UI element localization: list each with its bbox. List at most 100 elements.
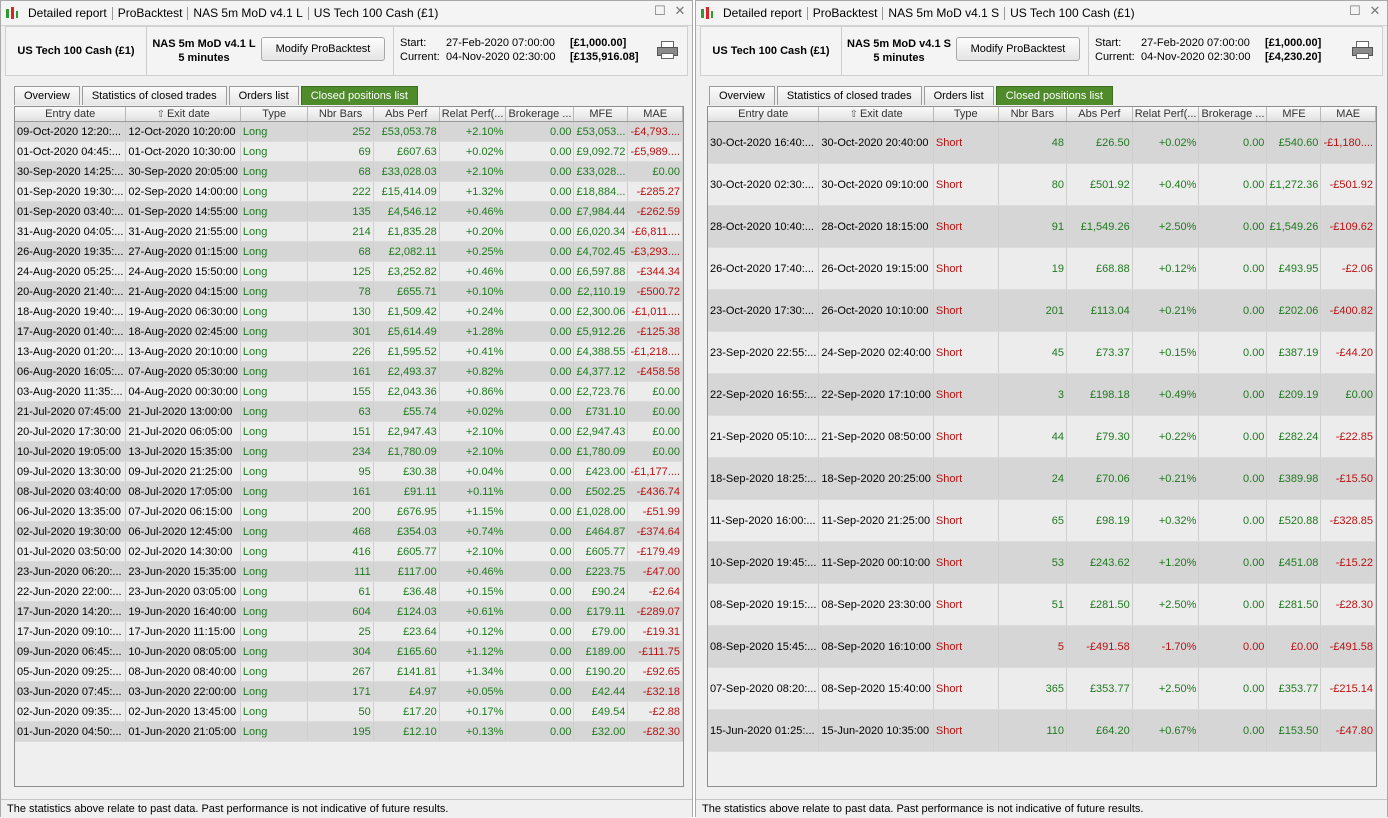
printer-icon[interactable] bbox=[1352, 41, 1373, 59]
cell-nbr-bars: 91 bbox=[998, 205, 1068, 248]
cell-abs-perf: £281.50 bbox=[1066, 583, 1133, 626]
cell-relat-perf: +0.74% bbox=[439, 521, 507, 542]
table-row[interactable]: 23-Jun-2020 06:20:... 23-Jun-2020 15:35:0… bbox=[15, 561, 683, 582]
table-row[interactable]: 10-Jul-2020 19:05:00 13-Jul-2020 15:35:00… bbox=[15, 441, 683, 462]
printer-icon[interactable] bbox=[657, 41, 678, 59]
table-row[interactable]: 26-Oct-2020 17:40:... 26-Oct-2020 19:15:0… bbox=[708, 247, 1376, 290]
table-row[interactable]: 21-Sep-2020 05:10:... 21-Sep-2020 08:50:0… bbox=[708, 415, 1376, 458]
cell-mae: -£501.92 bbox=[1320, 163, 1376, 206]
table-row[interactable]: 05-Jun-2020 09:25:... 08-Jun-2020 08:40:0… bbox=[15, 661, 683, 682]
cell-entry-date: 20-Jul-2020 17:30:00 bbox=[15, 421, 127, 442]
cell-exit-date: 17-Jun-2020 11:15:00 bbox=[125, 621, 241, 642]
tab-statistics[interactable]: Statistics of closed trades bbox=[81, 86, 227, 105]
table-row[interactable]: 01-Oct-2020 04:45:... 01-Oct-2020 10:30:0… bbox=[15, 141, 683, 162]
tab-overview[interactable]: Overview bbox=[709, 86, 775, 105]
table-row[interactable]: 10-Sep-2020 19:45:... 11-Sep-2020 00:10:0… bbox=[708, 541, 1376, 584]
table-row[interactable]: 23-Oct-2020 17:30:... 26-Oct-2020 10:10:0… bbox=[708, 289, 1376, 332]
table-row[interactable]: 09-Jul-2020 13:30:00 09-Jul-2020 21:25:00… bbox=[15, 461, 683, 482]
table-row[interactable]: 18-Sep-2020 18:25:... 18-Sep-2020 20:25:0… bbox=[708, 457, 1376, 500]
table-row[interactable]: 21-Jul-2020 07:45:00 21-Jul-2020 13:00:00… bbox=[15, 401, 683, 422]
table-row[interactable]: 01-Jun-2020 04:50:... 01-Jun-2020 21:05:0… bbox=[15, 721, 683, 742]
table-row[interactable]: 06-Aug-2020 16:05:... 07-Aug-2020 05:30:0… bbox=[15, 361, 683, 382]
cell-type: Long bbox=[240, 581, 309, 602]
column-header-nbr-bars[interactable]: Nbr Bars bbox=[998, 107, 1068, 122]
title-report: Detailed report bbox=[28, 6, 107, 20]
table-row[interactable]: 15-Jun-2020 01:25:... 15-Jun-2020 10:35:0… bbox=[708, 709, 1376, 752]
table-row[interactable]: 18-Aug-2020 19:40:... 19-Aug-2020 06:30:0… bbox=[15, 301, 683, 322]
column-header-entry-date[interactable]: Entry date bbox=[15, 107, 127, 122]
table-row[interactable]: 30-Sep-2020 14:25:... 30-Sep-2020 20:05:0… bbox=[15, 161, 683, 182]
table-row[interactable]: 28-Oct-2020 10:40:... 28-Oct-2020 18:15:0… bbox=[708, 205, 1376, 248]
tab-closed-positions[interactable]: Closed positions list bbox=[300, 86, 418, 105]
table-row[interactable]: 30-Oct-2020 16:40:... 30-Oct-2020 20:40:0… bbox=[708, 121, 1376, 164]
cell-relat-perf: +2.10% bbox=[439, 541, 507, 562]
cell-relat-perf: +0.32% bbox=[1132, 499, 1200, 542]
column-header-mae[interactable]: MAE bbox=[1320, 107, 1376, 122]
table-row[interactable]: 23-Sep-2020 22:55:... 24-Sep-2020 02:40:0… bbox=[708, 331, 1376, 374]
maximize-icon[interactable]: ☐ bbox=[1349, 4, 1361, 17]
column-header-entry-date[interactable]: Entry date bbox=[708, 107, 820, 122]
cell-mae: -£82.30 bbox=[627, 721, 683, 742]
column-header-relat-perf[interactable]: Relat Perf(... bbox=[439, 107, 507, 122]
table-row[interactable]: 22-Jun-2020 22:00:... 23-Jun-2020 03:05:0… bbox=[15, 581, 683, 602]
table-row[interactable]: 08-Sep-2020 15:45:... 08-Sep-2020 16:10:0… bbox=[708, 625, 1376, 668]
modify-probacktest-button[interactable]: Modify ProBacktest bbox=[261, 37, 385, 61]
table-row[interactable]: 03-Jun-2020 07:45:... 03-Jun-2020 22:00:0… bbox=[15, 681, 683, 702]
column-header-mae[interactable]: MAE bbox=[627, 107, 683, 122]
column-header-relat-perf[interactable]: Relat Perf(... bbox=[1132, 107, 1200, 122]
column-header-type[interactable]: Type bbox=[933, 107, 999, 122]
table-row[interactable]: 13-Aug-2020 01:20:... 13-Aug-2020 20:10:0… bbox=[15, 341, 683, 362]
table-row[interactable]: 17-Jun-2020 09:10:... 17-Jun-2020 11:15:0… bbox=[15, 621, 683, 642]
cell-mfe: £540.60 bbox=[1266, 121, 1322, 164]
column-header-abs-perf[interactable]: Abs Perf bbox=[373, 107, 440, 122]
modify-probacktest-button[interactable]: Modify ProBacktest bbox=[956, 37, 1080, 61]
column-header-abs-perf[interactable]: Abs Perf bbox=[1066, 107, 1133, 122]
table-row[interactable]: 30-Oct-2020 02:30:... 30-Oct-2020 09:10:0… bbox=[708, 163, 1376, 206]
column-header-mfe[interactable]: MFE bbox=[573, 107, 629, 122]
table-row[interactable]: 01-Sep-2020 19:30:... 02-Sep-2020 14:00:0… bbox=[15, 181, 683, 202]
tab-closed-positions[interactable]: Closed positions list bbox=[995, 86, 1113, 105]
table-row[interactable]: 09-Oct-2020 12:20:... 12-Oct-2020 10:20:0… bbox=[15, 121, 683, 142]
table-row[interactable]: 08-Jul-2020 03:40:00 08-Jul-2020 17:05:00… bbox=[15, 481, 683, 502]
cell-mae: -£3,293.... bbox=[627, 241, 683, 262]
column-header-mfe[interactable]: MFE bbox=[1266, 107, 1322, 122]
cell-mfe: £7,984.44 bbox=[573, 201, 629, 222]
title-bar[interactable]: Detailed report ProBacktest NAS 5m MoD v… bbox=[1, 1, 692, 26]
maximize-icon[interactable]: ☐ bbox=[654, 4, 666, 17]
table-row[interactable]: 31-Aug-2020 04:05:... 31-Aug-2020 21:55:0… bbox=[15, 221, 683, 242]
table-row[interactable]: 20-Jul-2020 17:30:00 21-Jul-2020 06:05:00… bbox=[15, 421, 683, 442]
column-header-exit-date[interactable]: ⇧ Exit date bbox=[125, 107, 241, 122]
table-row[interactable]: 17-Aug-2020 01:40:... 18-Aug-2020 02:45:0… bbox=[15, 321, 683, 342]
table-row[interactable]: 07-Sep-2020 08:20:... 08-Sep-2020 15:40:0… bbox=[708, 667, 1376, 710]
table-row[interactable]: 24-Aug-2020 05:25:... 24-Aug-2020 15:50:0… bbox=[15, 261, 683, 282]
tab-overview[interactable]: Overview bbox=[14, 86, 80, 105]
column-header-type[interactable]: Type bbox=[240, 107, 309, 122]
column-header-brokerage[interactable]: Brokerage ... bbox=[1198, 107, 1268, 122]
close-icon[interactable]: ✕ bbox=[1369, 4, 1381, 17]
table-row[interactable]: 22-Sep-2020 16:55:... 22-Sep-2020 17:10:0… bbox=[708, 373, 1376, 416]
tab-statistics[interactable]: Statistics of closed trades bbox=[776, 86, 922, 105]
table-row[interactable]: 17-Jun-2020 14:20:... 19-Jun-2020 16:40:0… bbox=[15, 601, 683, 622]
table-row[interactable]: 11-Sep-2020 16:00:... 11-Sep-2020 21:25:0… bbox=[708, 499, 1376, 542]
table-row[interactable]: 02-Jul-2020 19:30:00 06-Jul-2020 12:45:00… bbox=[15, 521, 683, 542]
table-row[interactable]: 06-Jul-2020 13:35:00 07-Jul-2020 06:15:00… bbox=[15, 501, 683, 522]
cell-brokerage: 0.00 bbox=[1198, 289, 1268, 332]
title-bar[interactable]: Detailed report ProBacktest NAS 5m MoD v… bbox=[696, 1, 1387, 26]
table-row[interactable]: 01-Jul-2020 03:50:00 02-Jul-2020 14:30:00… bbox=[15, 541, 683, 562]
column-header-brokerage[interactable]: Brokerage ... bbox=[505, 107, 575, 122]
tab-orders-list[interactable]: Orders list bbox=[228, 86, 299, 105]
table-row[interactable]: 02-Jun-2020 09:35:... 02-Jun-2020 13:45:0… bbox=[15, 701, 683, 722]
cell-entry-date: 09-Jun-2020 06:45:... bbox=[15, 641, 127, 662]
table-row[interactable]: 26-Aug-2020 19:35:... 27-Aug-2020 01:15:0… bbox=[15, 241, 683, 262]
column-header-nbr-bars[interactable]: Nbr Bars bbox=[307, 107, 374, 122]
cell-relat-perf: +0.02% bbox=[1132, 121, 1200, 164]
table-row[interactable]: 20-Aug-2020 21:40:... 21-Aug-2020 04:15:0… bbox=[15, 281, 683, 302]
table-row[interactable]: 01-Sep-2020 03:40:... 01-Sep-2020 14:55:0… bbox=[15, 201, 683, 222]
table-row[interactable]: 08-Sep-2020 19:15:... 08-Sep-2020 23:30:0… bbox=[708, 583, 1376, 626]
report-window-short: Detailed report ProBacktest NAS 5m MoD v… bbox=[695, 0, 1388, 818]
table-row[interactable]: 03-Aug-2020 11:35:... 04-Aug-2020 00:30:0… bbox=[15, 381, 683, 402]
tab-orders-list[interactable]: Orders list bbox=[923, 86, 994, 105]
close-icon[interactable]: ✕ bbox=[674, 4, 686, 17]
column-header-exit-date[interactable]: ⇧ Exit date bbox=[818, 107, 934, 122]
table-row[interactable]: 09-Jun-2020 06:45:... 10-Jun-2020 08:05:0… bbox=[15, 641, 683, 662]
